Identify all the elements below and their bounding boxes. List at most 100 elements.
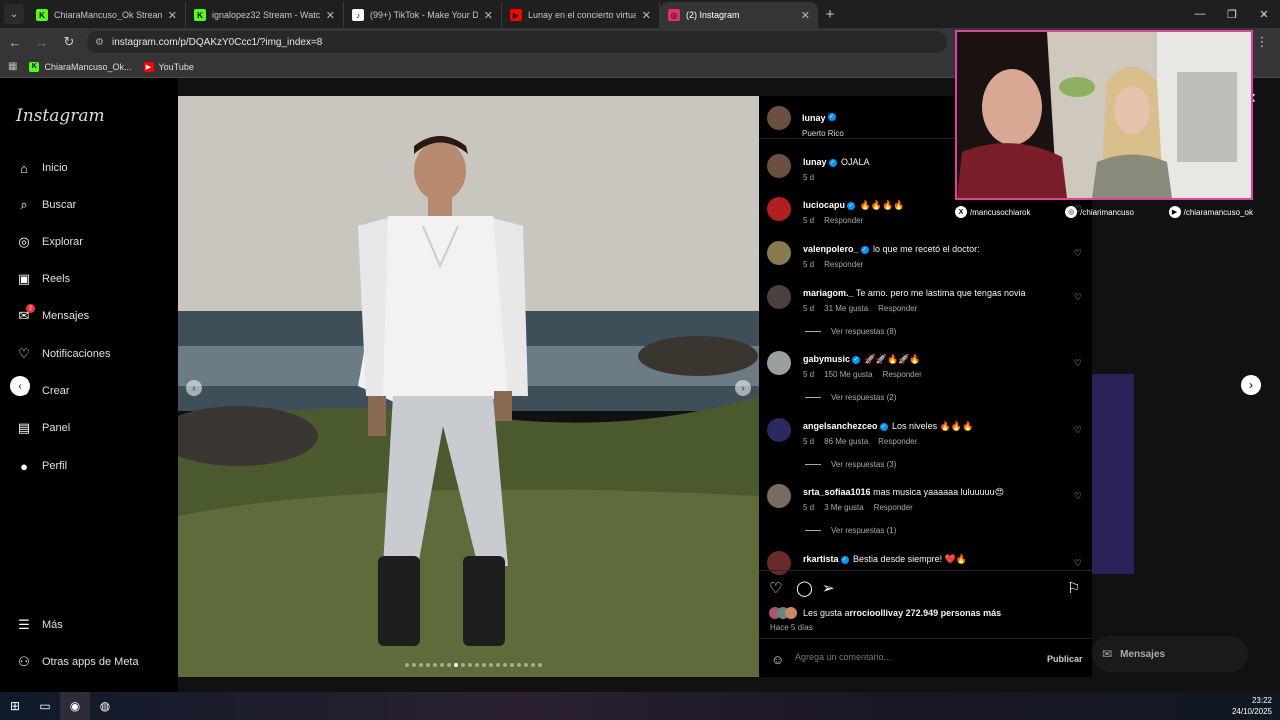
carousel-prev-button[interactable]: ‹ (186, 380, 202, 396)
comment-likes[interactable]: 150 Me gusta (824, 370, 872, 379)
browser-tab[interactable]: ♪ (99+) TikTok - Make Your Day ✕ (344, 2, 502, 28)
sidebar-item-buscar[interactable]: ⌕ Buscar (16, 197, 76, 213)
system-clock[interactable]: 23:22 24/10/2025 (1232, 695, 1272, 717)
commenter-username[interactable]: luciocapu (803, 200, 845, 210)
publish-button[interactable]: Publicar (1047, 654, 1083, 664)
comment-like-icon[interactable]: ♡ (1074, 558, 1082, 569)
commenter-username[interactable]: valenpolero_ (803, 244, 859, 254)
carousel-dot (524, 663, 528, 667)
sidebar-item-meta-apps[interactable]: ⚇ Otras apps de Meta (16, 654, 138, 670)
commenter-avatar[interactable] (767, 351, 791, 375)
comment-icon[interactable]: ◯ (796, 579, 813, 597)
reply-button[interactable]: Responder (824, 260, 863, 269)
carousel-next-button[interactable]: › (735, 380, 751, 396)
commenter-username[interactable]: srta_sofiaa1016 (803, 487, 871, 497)
commenter-avatar[interactable] (767, 241, 791, 265)
forward-button[interactable]: → (30, 30, 54, 54)
task-view-icon[interactable]: ▭ (30, 692, 60, 720)
reply-button[interactable]: Responder (874, 503, 913, 512)
url-bar[interactable]: ⚙ instagram.com/p/DQAKzY0Ccc1/?img_index… (87, 31, 947, 53)
comment-text: 🚀🚀🔥🚀🔥 (864, 354, 921, 364)
comment-like-icon[interactable]: ♡ (1074, 425, 1082, 436)
bookmark-youtube[interactable]: ▶ YouTube (143, 61, 194, 72)
author-username[interactable]: lunay (802, 113, 826, 123)
new-tab-button[interactable]: + (818, 2, 842, 26)
comment-like-icon[interactable]: ♡ (1074, 248, 1082, 259)
browser-tab[interactable]: ▶ Lunay en el concierto virtual de ✕ (502, 2, 660, 28)
commenter-avatar[interactable] (767, 484, 791, 508)
commenter-username[interactable]: gabymusic (803, 354, 850, 364)
restore-button[interactable]: ❐ (1216, 0, 1248, 28)
post-image[interactable]: ‹ › (178, 96, 759, 677)
reply-button[interactable]: Responder (878, 304, 917, 313)
comment-likes[interactable]: 3 Me gusta (824, 503, 864, 512)
sidebar-item-mensajes[interactable]: ✉ Mensajes 2 (16, 304, 89, 324)
obs-icon[interactable]: ◍ (90, 692, 120, 720)
comment-input[interactable] (795, 652, 1035, 662)
close-tab-icon[interactable]: ✕ (168, 9, 177, 22)
bookmark-kick[interactable]: K ChiaraMancuso_Ok... (29, 61, 132, 72)
comment-likes[interactable]: 86 Me gusta (824, 437, 868, 446)
instagram-logo[interactable]: Instagram (16, 106, 105, 126)
sidebar-item-reels[interactable]: ▣ Reels (16, 271, 70, 287)
commenter-username[interactable]: mariagom._ (803, 288, 854, 298)
caption-username[interactable]: lunay (803, 157, 827, 167)
commenter-avatar[interactable] (767, 551, 791, 575)
comment-like-icon[interactable]: ♡ (1074, 292, 1082, 303)
close-tab-icon[interactable]: ✕ (801, 9, 810, 22)
reply-button[interactable]: Responder (824, 216, 863, 225)
sidebar-item-more[interactable]: ☰ Más (16, 617, 63, 633)
sidebar-item-panel[interactable]: ▤ Panel (16, 420, 70, 436)
site-info-icon[interactable]: ⚙ (95, 37, 104, 48)
sidebar-item-inicio[interactable]: ⌂ Inicio (16, 160, 68, 176)
browser-tab[interactable]: Kignalopez32 Stream - Watch Liv ✕ (186, 2, 344, 28)
comment-like-icon[interactable]: ♡ (1074, 491, 1082, 502)
commenter-username[interactable]: rkartista (803, 554, 839, 564)
emoji-icon[interactable]: ☺ (771, 652, 784, 667)
chrome-icon[interactable]: ◉ (60, 692, 90, 720)
caption-avatar[interactable] (767, 154, 791, 178)
next-post-button[interactable]: › (1241, 375, 1261, 395)
browser-tab[interactable]: K ChiaraMancuso_Ok Stream - W ✕ (28, 2, 186, 28)
view-replies-button[interactable]: Ver respuestas (8) (805, 327, 896, 336)
messages-pill[interactable]: ✉ Mensajes (1092, 636, 1248, 672)
social-handle-label: /chiarimancuso (1080, 207, 1134, 217)
minimize-button[interactable]: — (1184, 0, 1216, 28)
commenter-avatar[interactable] (767, 197, 791, 221)
commenter-username[interactable]: angelsanchezceo (803, 421, 878, 431)
bookmark-icon[interactable]: ⚐ (1067, 579, 1080, 597)
view-replies-button[interactable]: Ver respuestas (2) (805, 393, 896, 402)
comment-like-icon[interactable]: ♡ (1074, 358, 1082, 369)
apps-grid-icon[interactable]: ▦ (8, 61, 17, 72)
view-replies-button[interactable]: Ver respuestas (3) (805, 460, 896, 469)
author-avatar[interactable] (767, 106, 791, 130)
tab-search-button[interactable]: ⌄ (4, 4, 24, 24)
like-icon[interactable]: ♡ (769, 579, 782, 597)
likes-summary[interactable]: Les gusta a rrocioolliva y 272.949 perso… (769, 607, 1001, 619)
comment-likes[interactable]: 31 Me gusta (824, 304, 868, 313)
search-icon: ⌕ (20, 197, 28, 212)
view-replies-button[interactable]: Ver respuestas (1) (805, 526, 896, 535)
reply-button[interactable]: Responder (883, 370, 922, 379)
post-location[interactable]: Puerto Rico (802, 129, 844, 138)
close-tab-icon[interactable]: ✕ (642, 9, 651, 22)
post-date[interactable]: Hace 5 días (770, 623, 813, 632)
commenter-avatar[interactable] (767, 418, 791, 442)
close-window-button[interactable]: ✕ (1248, 0, 1280, 28)
sidebar-item-notificaciones[interactable]: ♡ Notificaciones (16, 346, 110, 362)
browser-menu-icon[interactable]: ⋮ (1250, 30, 1274, 54)
sidebar-item-explorar[interactable]: ◎ Explorar (16, 234, 83, 250)
prev-post-button[interactable]: ‹ (10, 376, 30, 396)
windows-start-icon[interactable]: ⊞ (0, 692, 30, 720)
reload-button[interactable]: ↻ (57, 30, 81, 54)
commenter-avatar[interactable] (767, 285, 791, 309)
close-tab-icon[interactable]: ✕ (484, 9, 493, 22)
sidebar-item-perfil[interactable]: ● Perfil (16, 458, 67, 474)
back-button[interactable]: ← (3, 30, 27, 54)
reply-button[interactable]: Responder (878, 437, 917, 446)
likes-user[interactable]: rrocioolliva (850, 608, 899, 618)
likes-count[interactable]: y 272.949 personas más (898, 608, 1001, 618)
close-tab-icon[interactable]: ✕ (326, 9, 335, 22)
share-icon[interactable]: ➢ (822, 579, 835, 597)
browser-tab[interactable]: ◎ (2) Instagram ✕ (660, 2, 818, 28)
